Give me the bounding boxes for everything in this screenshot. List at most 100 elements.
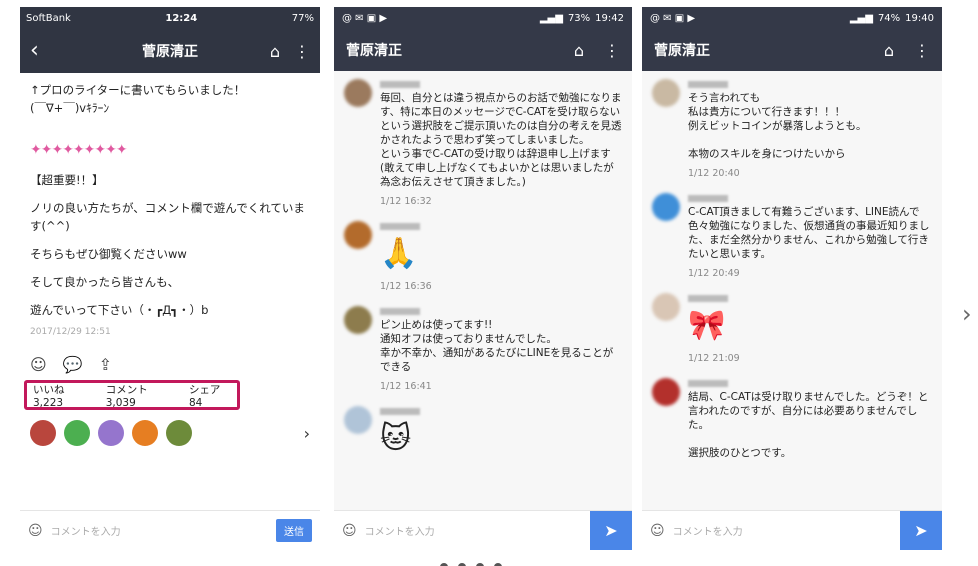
comments-count[interactable]: コメント 3,039 — [106, 382, 181, 409]
smile-icon[interactable]: ☺ — [342, 523, 357, 539]
comment-item: C-CAT頂きまして有難うございます、LINE読んで色々勉強になりました、仮想通… — [652, 193, 932, 281]
comment-icon[interactable]: 💬 — [63, 355, 83, 374]
ios-header: SoftBank 12:24 77% ‹ 菅原清正 ⌂ ⋮ — [20, 7, 320, 73]
nav-bar: ‹ 菅原清正 ⌂ ⋮ — [20, 29, 320, 73]
smile-icon[interactable]: ☺ — [30, 355, 47, 374]
home-icon[interactable]: ⌂ — [574, 41, 584, 60]
comment-time: 1/12 20:49 — [688, 268, 740, 279]
nav-bar: 菅原清正 ⌂ ⋮ — [334, 29, 632, 71]
avatar — [30, 420, 56, 446]
comment-item: 結局、C-CATは受け取りませんでした。どうぞ！と言われたのですが、自分には必要… — [652, 378, 932, 460]
comment-input[interactable]: コメントを入力 — [365, 523, 582, 538]
avatar — [132, 420, 158, 446]
status-time: 19:40 — [905, 12, 934, 24]
comment-time: 1/12 16:41 — [380, 381, 432, 392]
send-icon[interactable]: ➤ — [900, 510, 942, 550]
signal-icon: ▂▄▆ — [539, 12, 563, 24]
avatar — [98, 420, 124, 446]
share-icon[interactable]: ⇪ — [99, 355, 112, 374]
commenter-name — [380, 81, 420, 88]
back-icon[interactable]: ‹ — [30, 40, 54, 62]
notification-icons: @ ✉ ▣ ▶ — [342, 12, 388, 24]
status-bar: @ ✉ ▣ ▶ ▂▄▆ 74% 19:40 — [642, 7, 942, 29]
stats-highlight: いいね 3,223 コメント 3,039 シェア 84 — [24, 380, 240, 410]
avatar — [64, 420, 90, 446]
home-icon[interactable]: ⌂ — [270, 42, 280, 61]
status-time: 12:24 — [165, 12, 198, 24]
comment-item: そう言われても 私は貴方について行きます！！！ 例えビットコインが暴落しようとも… — [652, 79, 932, 181]
avatar — [344, 306, 372, 334]
post-line: そちらもぜひ御覧くださいww — [30, 247, 187, 261]
nav-bar: 菅原清正 ⌂ ⋮ — [642, 29, 942, 71]
notification-icons: @ ✉ ▣ ▶ — [650, 12, 696, 24]
carrier-label: SoftBank — [26, 12, 71, 24]
phone-screen-2: @ ✉ ▣ ▶ ▂▄▆ 73% 19:42 菅原清正 ⌂ ⋮ 毎回、自分とは違う… — [334, 7, 632, 550]
next-chevron-icon[interactable]: › — [962, 300, 972, 328]
smile-icon[interactable]: ☺ — [28, 523, 43, 539]
avatar — [652, 193, 680, 221]
avatar — [652, 293, 680, 321]
comment-item: 🙏 1/12 16:36 — [344, 221, 622, 294]
smile-icon[interactable]: ☺ — [650, 523, 665, 539]
comment-text: ピン止めは使ってます!! 通知オフは使っておりませんでした。 幸か不幸か、通知が… — [380, 319, 614, 373]
comment-item: 毎回、自分とは違う視点からのお話で勉強になります、特に本日のメッセージでC-CA… — [344, 79, 622, 209]
commenter-name — [380, 308, 420, 315]
post-body: ↑プロのライターに書いてもらいました！ (￣∇+￣)vｷﾗｰﾝ ✦✦✦✦✦✦✦✦… — [20, 73, 320, 349]
shares-count[interactable]: シェア 84 — [189, 382, 237, 409]
comment-input[interactable]: コメントを入力 — [673, 523, 892, 538]
status-bar: SoftBank 12:24 77% — [20, 7, 320, 29]
comment-time: 1/12 21:09 — [688, 353, 740, 364]
android-header: @ ✉ ▣ ▶ ▂▄▆ 74% 19:40 菅原清正 ⌂ ⋮ — [642, 7, 942, 71]
post-line: ↑プロのライターに書いてもらいました！ — [30, 83, 246, 97]
comment-list: そう言われても 私は貴方について行きます！！！ 例えビットコインが暴落しようとも… — [642, 71, 942, 460]
more-icon[interactable]: ⋮ — [914, 41, 930, 60]
battery-level: 74% — [877, 12, 901, 24]
signal-icon: ▂▄▆ — [849, 12, 873, 24]
commenter-name — [688, 295, 728, 302]
avatar — [652, 79, 680, 107]
commenter-name — [688, 380, 728, 387]
comment-time: 1/12 16:36 — [380, 281, 432, 292]
sparkles-decoration: ✦✦✦✦✦✦✦✦✦ — [30, 142, 128, 158]
comment-text: そう言われても 私は貴方について行きます！！！ 例えビットコインが暴落しようとも… — [688, 92, 867, 160]
more-icon[interactable]: ⋮ — [604, 41, 620, 60]
more-icon[interactable]: ⋮ — [294, 42, 310, 61]
comment-list: 毎回、自分とは違う視点からのお話で勉強になります、特に本日のメッセージでC-CA… — [334, 71, 632, 459]
comment-text: 結局、C-CATは受け取りませんでした。どうぞ！と言われたのですが、自分には必要… — [688, 391, 929, 459]
home-icon[interactable]: ⌂ — [884, 41, 894, 60]
sticker-image: 🙏 — [380, 236, 418, 271]
avatar — [344, 406, 372, 434]
commenter-name — [688, 195, 728, 202]
sticker-image: 🐱 — [380, 421, 412, 456]
avatar — [344, 79, 372, 107]
comment-input[interactable]: コメントを入力 — [51, 523, 268, 538]
post-line: ノリの良い方たちが、コメント欄で遊んでくれています(^^) — [30, 201, 305, 233]
comment-item: 🐱 — [344, 406, 622, 459]
android-header: @ ✉ ▣ ▶ ▂▄▆ 73% 19:42 菅原清正 ⌂ ⋮ — [334, 7, 632, 71]
sticker-image: 🎀 — [688, 308, 726, 343]
commenter-name — [380, 408, 420, 415]
avatar — [652, 378, 680, 406]
comment-text: C-CAT頂きまして有難うございます、LINE読んで色々勉強になりました、仮想通… — [688, 206, 930, 260]
liker-avatars[interactable]: › — [20, 410, 320, 456]
send-icon[interactable]: ➤ — [590, 510, 632, 550]
comment-input-bar: ☺ コメントを入力 送信 — [20, 510, 320, 550]
avatar — [344, 221, 372, 249]
post-line: (￣∇+￣)vｷﾗｰﾝ — [30, 101, 110, 115]
likes-count[interactable]: いいね 3,223 — [33, 382, 98, 409]
page-title: 菅原清正 — [346, 43, 402, 59]
chevron-right-icon[interactable]: › — [304, 424, 310, 443]
post-line: そして良かったら皆さんも、 — [30, 275, 180, 289]
comment-input-bar: ☺ コメントを入力 ➤ — [334, 510, 632, 550]
comment-time: 1/12 20:40 — [688, 168, 740, 179]
status-time: 19:42 — [595, 12, 624, 24]
post-line: 【超重要!！】 — [30, 173, 104, 187]
comment-item: 🎀 1/12 21:09 — [652, 293, 932, 366]
post-line: 遊んでいって下さい（・┏Д┓・）b — [30, 303, 209, 317]
send-button[interactable]: 送信 — [276, 519, 312, 542]
page-indicator — [440, 556, 580, 566]
phone-screen-3: @ ✉ ▣ ▶ ▂▄▆ 74% 19:40 菅原清正 ⌂ ⋮ そう言われても 私… — [642, 7, 942, 550]
avatar — [166, 420, 192, 446]
post-date: 2017/12/29 12:51 — [30, 327, 111, 337]
comment-time: 1/12 16:32 — [380, 196, 432, 207]
